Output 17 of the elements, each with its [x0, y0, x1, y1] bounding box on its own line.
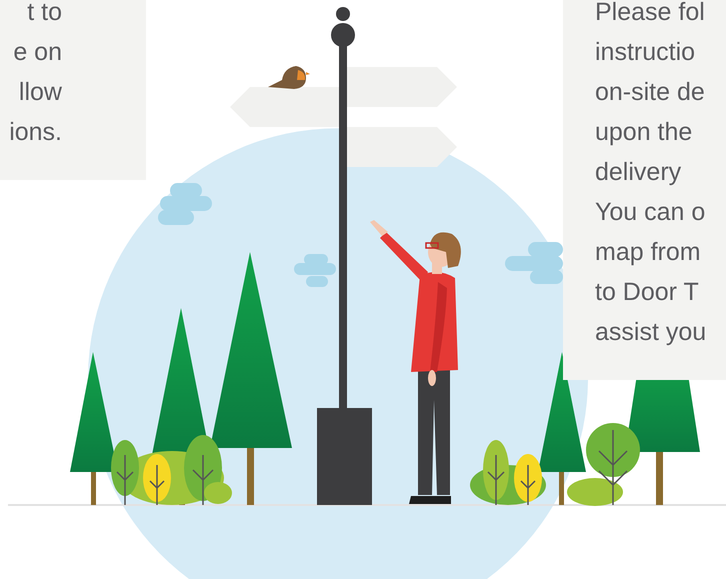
- text-line: t to: [27, 0, 62, 28]
- text-line: instructio: [595, 37, 696, 68]
- text-line: map from: [595, 237, 701, 268]
- cloud-icon: [294, 254, 336, 287]
- cloud-icon: [158, 183, 212, 225]
- text-line: llow: [18, 77, 62, 108]
- text-line: You can o: [595, 197, 706, 228]
- text-line: assist you: [595, 317, 706, 348]
- bird-drawing: [268, 66, 310, 89]
- text-line: delivery: [595, 157, 682, 188]
- text-line: ions.: [9, 117, 62, 148]
- text-line: Please fol: [595, 0, 705, 28]
- text-line: on-site de: [595, 77, 705, 108]
- text-line: e on: [13, 37, 62, 68]
- text-line: to Door T: [595, 277, 699, 308]
- cloud-icon: [505, 242, 563, 284]
- text-line: upon the: [595, 117, 692, 148]
